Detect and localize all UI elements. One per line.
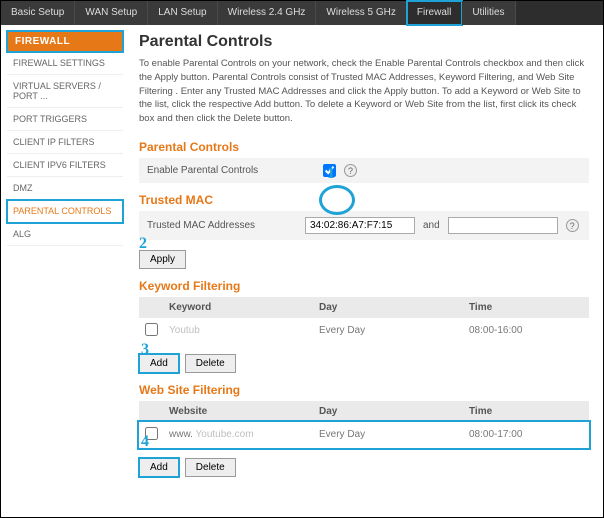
section-keyword-heading: Keyword Filtering bbox=[139, 279, 589, 293]
col-time: Time bbox=[469, 406, 583, 417]
help-icon[interactable]: ? bbox=[344, 164, 357, 177]
sidebar-item-parental-controls[interactable]: PARENTAL CONTROLS bbox=[7, 200, 123, 223]
keyword-row-checkbox[interactable] bbox=[145, 323, 158, 336]
tab-utilities[interactable]: Utilities bbox=[462, 1, 515, 25]
help-icon[interactable]: ? bbox=[566, 219, 579, 232]
keyword-table-header: Keyword Day Time bbox=[139, 297, 589, 318]
trusted-mac-input-1[interactable] bbox=[305, 217, 415, 234]
website-cell-site: www. Youtube.com bbox=[169, 429, 319, 440]
page-title: Parental Controls bbox=[139, 33, 589, 51]
sidebar-header: FIREWALL bbox=[7, 31, 123, 52]
keyword-delete-button[interactable]: Delete bbox=[185, 354, 236, 373]
col-website: Website bbox=[169, 406, 319, 417]
enable-parental-checkbox[interactable] bbox=[323, 164, 336, 177]
col-day: Day bbox=[319, 406, 469, 417]
sidebar-item-client-ip-filters[interactable]: CLIENT IP FILTERS bbox=[7, 131, 123, 154]
website-cell-day: Every Day bbox=[319, 429, 469, 440]
website-table-header: Website Day Time bbox=[139, 401, 589, 422]
sidebar: FIREWALL FIREWALL SETTINGS VIRTUAL SERVE… bbox=[1, 25, 129, 485]
website-add-button[interactable]: Add bbox=[139, 458, 179, 477]
keyword-cell-day: Every Day bbox=[319, 325, 469, 336]
tab-basic-setup[interactable]: Basic Setup bbox=[1, 1, 75, 25]
sidebar-item-virtual-servers[interactable]: VIRTUAL SERVERS / PORT ... bbox=[7, 75, 123, 108]
page-description: To enable Parental Controls on your netw… bbox=[139, 57, 589, 126]
trusted-mac-input-2[interactable] bbox=[448, 217, 558, 234]
keyword-cell-keyword: Youtub bbox=[169, 325, 319, 336]
enable-parental-panel: Enable Parental Controls ? bbox=[139, 158, 589, 183]
main-content: Parental Controls To enable Parental Con… bbox=[129, 25, 603, 485]
tab-firewall[interactable]: Firewall bbox=[407, 1, 462, 25]
and-label: and bbox=[423, 220, 440, 231]
tab-wan-setup[interactable]: WAN Setup bbox=[75, 1, 148, 25]
website-cell-time: 08:00-17:00 bbox=[469, 429, 583, 440]
keyword-add-button[interactable]: Add bbox=[139, 354, 179, 373]
trusted-mac-label: Trusted MAC Addresses bbox=[147, 220, 297, 231]
sidebar-item-client-ipv6-filters[interactable]: CLIENT IPV6 FILTERS bbox=[7, 154, 123, 177]
website-delete-button[interactable]: Delete bbox=[185, 458, 236, 477]
col-time: Time bbox=[469, 302, 583, 313]
sidebar-item-dmz[interactable]: DMZ bbox=[7, 177, 123, 200]
keyword-table-row: Youtub Every Day 08:00-16:00 bbox=[139, 318, 589, 344]
sidebar-item-alg[interactable]: ALG bbox=[7, 223, 123, 246]
tab-wireless-5[interactable]: Wireless 5 GHz bbox=[316, 1, 406, 25]
top-nav: Basic Setup WAN Setup LAN Setup Wireless… bbox=[1, 1, 603, 25]
section-parental-heading: Parental Controls bbox=[139, 140, 589, 154]
section-website-heading: Web Site Filtering bbox=[139, 383, 589, 397]
keyword-cell-time: 08:00-16:00 bbox=[469, 325, 583, 336]
sidebar-item-port-triggers[interactable]: PORT TRIGGERS bbox=[7, 108, 123, 131]
tab-wireless-24[interactable]: Wireless 2.4 GHz bbox=[218, 1, 317, 25]
website-row-checkbox[interactable] bbox=[145, 427, 158, 440]
col-day: Day bbox=[319, 302, 469, 313]
trusted-mac-panel: Trusted MAC Addresses and ? bbox=[139, 211, 589, 240]
tab-lan-setup[interactable]: LAN Setup bbox=[148, 1, 217, 25]
sidebar-item-firewall-settings[interactable]: FIREWALL SETTINGS bbox=[7, 52, 123, 75]
col-keyword: Keyword bbox=[169, 302, 319, 313]
section-trusted-heading: Trusted MAC bbox=[139, 193, 589, 207]
website-table-row: www. Youtube.com Every Day 08:00-17:00 bbox=[139, 422, 589, 448]
enable-parental-label: Enable Parental Controls bbox=[147, 165, 297, 176]
apply-button[interactable]: Apply bbox=[139, 250, 186, 269]
